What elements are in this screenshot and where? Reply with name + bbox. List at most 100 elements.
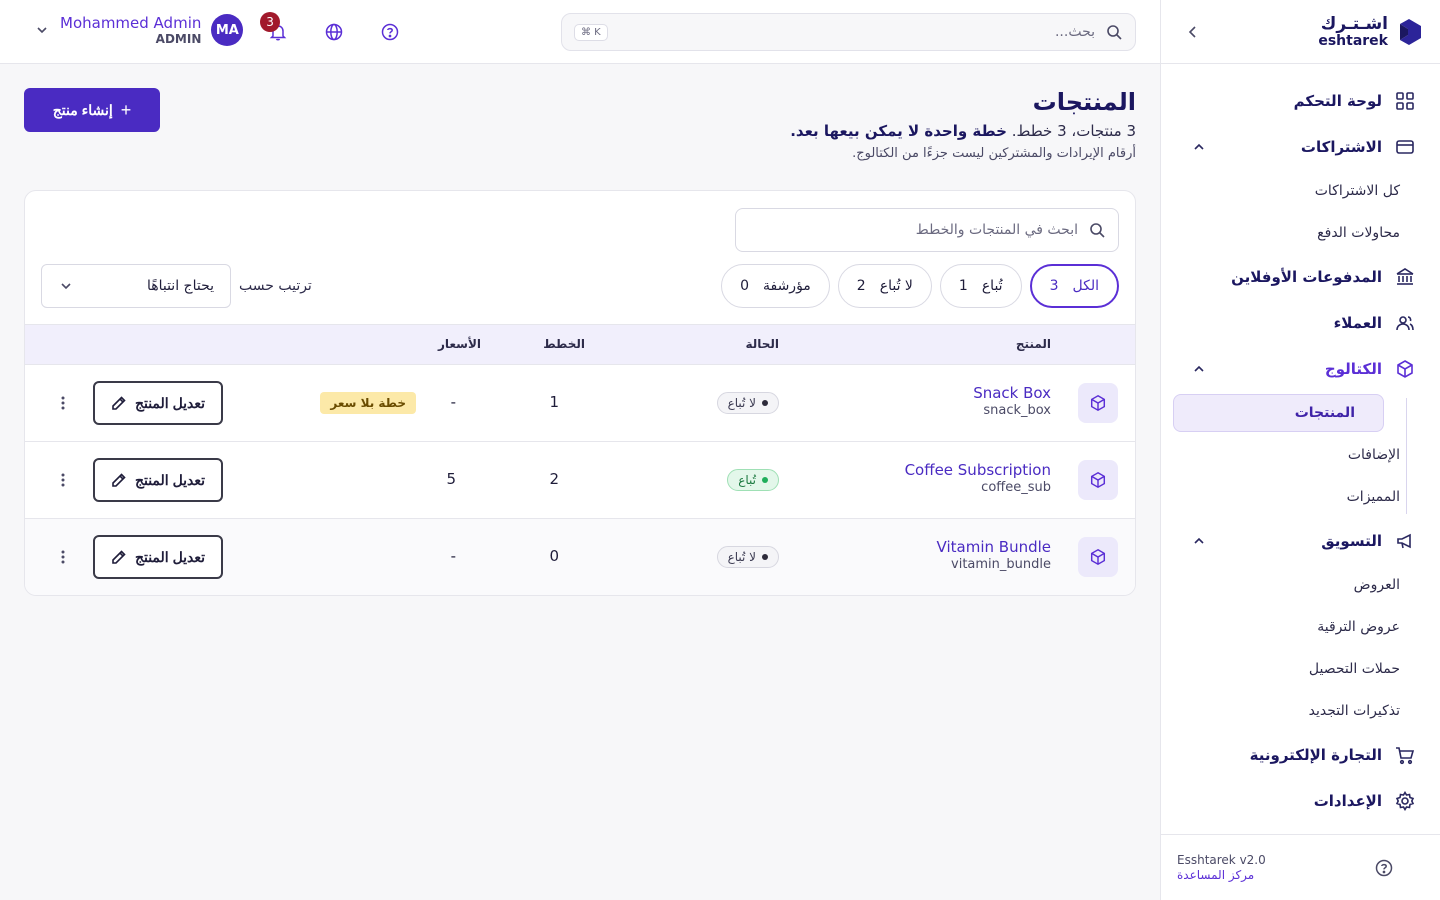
product-code: vitamin_bundle xyxy=(951,557,1051,572)
nav-customers[interactable]: العملاء xyxy=(1161,300,1440,346)
package-icon xyxy=(1394,358,1416,380)
nav-addons[interactable]: الإضافات xyxy=(1161,434,1440,476)
chip-count: 2 xyxy=(856,278,866,294)
main-content: المنتجات 3 منتجات، 3 خطط. خطة واحدة لا ي… xyxy=(0,64,1160,900)
search-placeholder: بحث... xyxy=(1054,24,1095,40)
create-product-label: إنشاء منتج xyxy=(52,101,113,118)
column-header-status: الحالة xyxy=(745,337,779,351)
filter-chip-archived[interactable]: مؤرشفة 0 xyxy=(721,264,830,308)
chevron-up-icon[interactable] xyxy=(1191,139,1207,155)
sidebar-nav: لوحة التحكم الاشتراكات كل الاشتراكات محا… xyxy=(1161,64,1440,824)
brand-logo[interactable]: اشـتـرك eshtarek xyxy=(1318,13,1424,48)
nav-label: التسويق xyxy=(1321,532,1382,550)
pencil-icon xyxy=(112,550,126,564)
more-options-icon[interactable] xyxy=(53,547,73,567)
nav-features[interactable]: المميزات xyxy=(1161,476,1440,518)
page-summary: 3 منتجات، 3 خطط. خطة واحدة لا يمكن بيعها… xyxy=(790,122,1136,140)
logo-arabic: اشـتـرك xyxy=(1320,13,1388,34)
status-filter-chips: الكل 3 تُباع 1 لا تُباع 2 مؤرشفة 0 xyxy=(721,264,1119,308)
summary-warning: خطة واحدة لا يمكن بيعها بعد. xyxy=(790,122,1007,140)
chip-label: لا تُباع xyxy=(879,278,913,294)
nav-offline-payments[interactable]: المدفوعات الأوفلاين xyxy=(1161,254,1440,300)
help-button[interactable] xyxy=(378,20,402,44)
sidebar-collapse-button[interactable] xyxy=(1181,20,1205,44)
nav-products[interactable]: المنتجات xyxy=(1173,394,1384,432)
nav-label: التجارة الإلكترونية xyxy=(1249,746,1382,764)
package-icon xyxy=(1078,460,1118,500)
prices-count: - xyxy=(450,547,456,565)
user-role: ADMIN xyxy=(155,32,202,46)
nav-ecommerce[interactable]: التجارة الإلكترونية xyxy=(1161,732,1440,778)
help-circle-icon[interactable] xyxy=(1374,858,1394,878)
plus-icon: + xyxy=(120,99,132,120)
sort-select[interactable]: يحتاج انتباهًا xyxy=(41,264,231,308)
global-search-input[interactable]: بحث... ⌘ K xyxy=(561,13,1136,51)
nav-catalog[interactable]: الكتالوج xyxy=(1161,346,1440,392)
column-header-product: المنتج xyxy=(1015,337,1051,351)
create-product-button[interactable]: + إنشاء منتج xyxy=(24,88,160,132)
chip-count: 3 xyxy=(1049,278,1059,294)
chip-label: مؤرشفة xyxy=(762,278,811,294)
products-table-body: Snack Box snack_box لا تُباع 1 - خطة بلا… xyxy=(25,365,1135,595)
plans-count: 0 xyxy=(549,547,559,565)
nav-label: الاشتراكات xyxy=(1300,138,1382,156)
logo-mark-icon xyxy=(1400,18,1421,45)
chevron-up-icon[interactable] xyxy=(1191,361,1207,377)
help-center-link[interactable]: مركز المساعدة xyxy=(1177,868,1266,883)
edit-product-button[interactable]: تعديل المنتج xyxy=(93,458,223,502)
language-button[interactable] xyxy=(322,20,346,44)
chip-label: الكل xyxy=(1072,278,1100,294)
nav-settings[interactable]: الإعدادات xyxy=(1161,778,1440,824)
user-menu[interactable]: Mohammed Admin ADMIN MA xyxy=(34,14,244,47)
nav-dunning-campaigns[interactable]: حملات التحصيل xyxy=(1161,648,1440,690)
notifications-button[interactable]: 3 xyxy=(260,12,290,44)
edit-label: تعديل المنتج xyxy=(134,471,206,488)
nav-marketing[interactable]: التسويق xyxy=(1161,518,1440,564)
product-name-link[interactable]: Snack Box xyxy=(973,384,1051,402)
more-options-icon[interactable] xyxy=(53,470,73,490)
status-badge: لا تُباع xyxy=(716,392,779,414)
chip-label: تُباع xyxy=(981,278,1003,294)
shortcut-hint: ⌘ K xyxy=(574,23,608,41)
user-name: Mohammed Admin xyxy=(60,14,202,32)
nav-payment-attempts[interactable]: محاولات الدفع xyxy=(1161,212,1440,254)
dashboard-icon xyxy=(1394,90,1416,112)
filter-chip-selling[interactable]: تُباع 1 xyxy=(939,264,1022,308)
status-dot xyxy=(762,400,768,406)
nav-renewal-reminders[interactable]: تذكيرات التجديد xyxy=(1161,690,1440,732)
notification-count-badge: 3 xyxy=(260,12,280,32)
product-name-link[interactable]: Vitamin Bundle xyxy=(937,538,1051,556)
plans-count: 1 xyxy=(549,393,559,411)
card-icon xyxy=(1394,136,1416,158)
filter-chip-not-selling[interactable]: لا تُباع 2 xyxy=(837,264,932,308)
chevron-up-icon[interactable] xyxy=(1191,533,1207,549)
status-label: لا تُباع xyxy=(727,396,756,410)
more-options-icon[interactable] xyxy=(53,393,73,413)
pencil-icon xyxy=(112,396,126,410)
nav-subscriptions[interactable]: الاشتراكات xyxy=(1161,124,1440,170)
table-header: المنتج الحالة الخطط الأسعار xyxy=(25,324,1135,365)
product-name-link[interactable]: Coffee Subscription xyxy=(905,461,1051,479)
nav-label: لوحة التحكم xyxy=(1293,92,1382,110)
product-search-input[interactable]: ابحث في المنتجات والخطط xyxy=(735,208,1119,252)
summary-text: 3 منتجات، 3 خطط. xyxy=(1006,122,1136,140)
search-icon xyxy=(1105,23,1123,41)
help-circle-icon xyxy=(381,23,399,41)
filter-chip-all[interactable]: الكل 3 xyxy=(1029,264,1119,308)
prices-count: - xyxy=(450,393,456,411)
edit-product-button[interactable]: تعديل المنتج xyxy=(93,535,223,579)
product-code: snack_box xyxy=(983,403,1051,418)
page-header: المنتجات 3 منتجات، 3 خطط. خطة واحدة لا ي… xyxy=(790,88,1136,161)
status-badge: لا تُباع xyxy=(716,546,779,568)
table-row: Snack Box snack_box لا تُباع 1 - خطة بلا… xyxy=(25,365,1135,442)
cart-icon xyxy=(1394,744,1416,766)
edit-product-button[interactable]: تعديل المنتج xyxy=(93,381,223,425)
edit-label: تعديل المنتج xyxy=(134,394,206,411)
nav-offers[interactable]: العروض xyxy=(1161,564,1440,606)
avatar: MA xyxy=(211,14,244,47)
nav-all-subscriptions[interactable]: كل الاشتراكات xyxy=(1161,170,1440,212)
page-note: أرقام الإيرادات والمشتركين ليست جزءًا من… xyxy=(852,146,1136,161)
nav-dashboard[interactable]: لوحة التحكم xyxy=(1161,78,1440,124)
nav-upgrade-offers[interactable]: عروض الترقية xyxy=(1161,606,1440,648)
chevron-left-icon xyxy=(1188,25,1196,38)
